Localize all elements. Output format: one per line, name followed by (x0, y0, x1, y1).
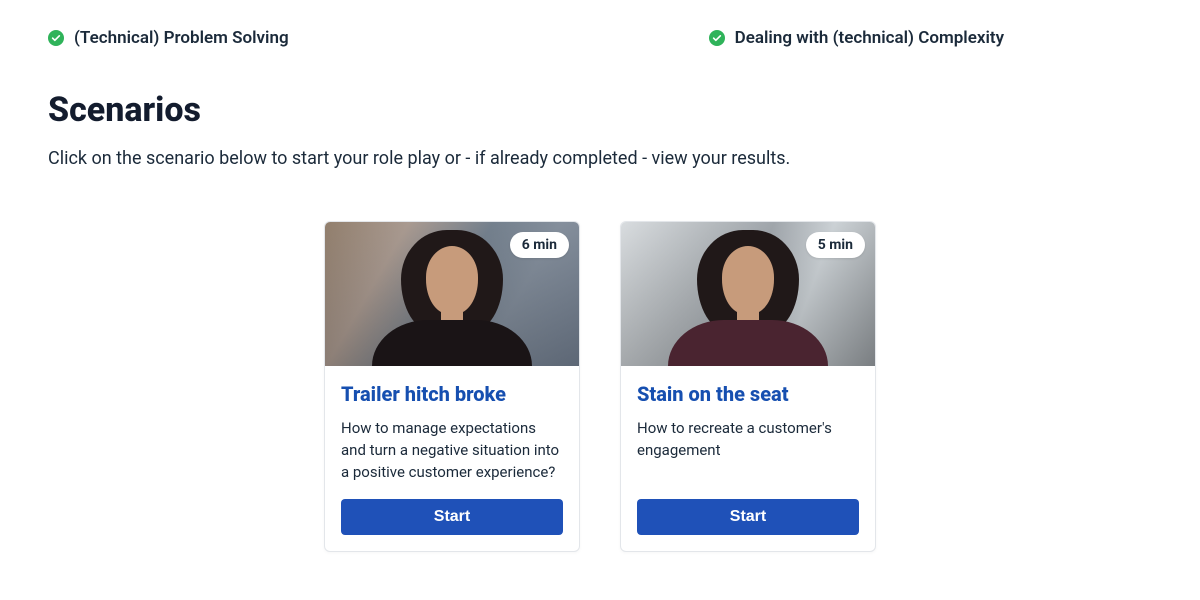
competency-label: Dealing with (technical) Complexity (735, 28, 1004, 48)
scenario-card[interactable]: 6 min Trailer hitch broke How to manage … (324, 221, 580, 552)
competency-row: (Technical) Problem Solving Dealing with… (48, 28, 1152, 48)
duration-badge: 6 min (510, 232, 569, 258)
duration-badge: 5 min (806, 232, 865, 258)
competency-item: (Technical) Problem Solving (48, 28, 289, 48)
scenario-description: How to recreate a customer's engagement (637, 418, 859, 483)
start-button[interactable]: Start (637, 499, 859, 535)
scenario-description: How to manage expectations and turn a ne… (341, 418, 563, 483)
competency-item: Dealing with (technical) Complexity (709, 28, 1004, 48)
start-button[interactable]: Start (341, 499, 563, 535)
scenario-card-body: Stain on the seat How to recreate a cust… (621, 366, 875, 551)
scenario-thumbnail: 5 min (621, 222, 875, 366)
scenario-title: Stain on the seat (637, 382, 859, 406)
scenario-thumbnail: 6 min (325, 222, 579, 366)
page-title: Scenarios (48, 90, 1152, 130)
check-icon (48, 30, 64, 46)
competency-label: (Technical) Problem Solving (74, 28, 289, 48)
scenario-card[interactable]: 5 min Stain on the seat How to recreate … (620, 221, 876, 552)
scenario-card-body: Trailer hitch broke How to manage expect… (325, 366, 579, 551)
page-subtext: Click on the scenario below to start you… (48, 148, 1152, 169)
scenario-cards: 6 min Trailer hitch broke How to manage … (48, 221, 1152, 552)
check-icon (709, 30, 725, 46)
scenario-title: Trailer hitch broke (341, 382, 563, 406)
